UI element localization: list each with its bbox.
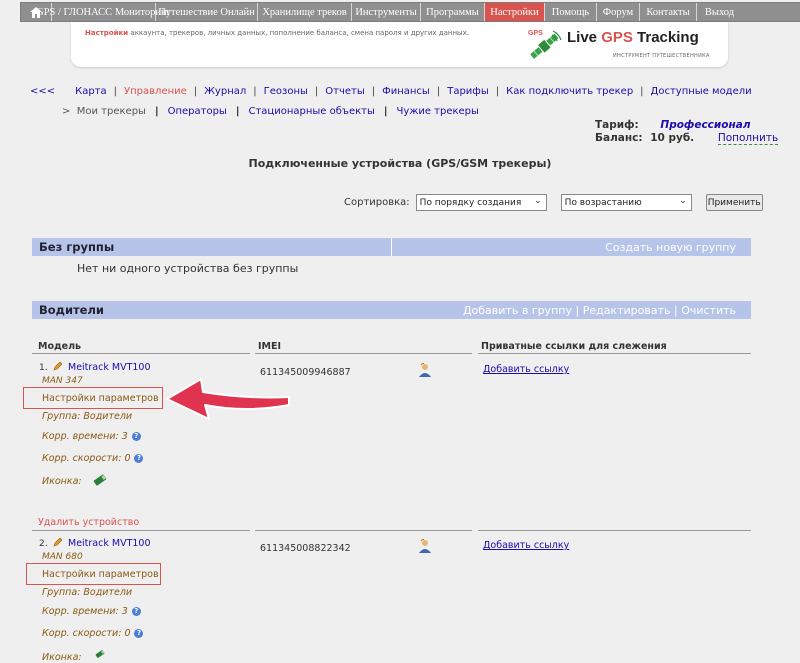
user-assign-icon[interactable] [418, 363, 432, 378]
nav-how-to-connect[interactable]: Как подключить трекер [506, 86, 633, 97]
logo-badge: GPS [528, 30, 543, 37]
column-model: Модель [38, 341, 82, 352]
page-title: Подключенные устройства (GPS/GSM трекеры… [248, 157, 552, 170]
device-time-corr: Корр. времени: 3? [42, 606, 141, 617]
device-plate: MAN 347 [42, 376, 83, 386]
subnav-prefix: > [62, 106, 71, 117]
subnav-foreign-trackers[interactable]: Чужие трекеры [397, 106, 479, 117]
nav-finance[interactable]: Финансы [382, 86, 430, 97]
chevron-down-icon: ⌄ [534, 196, 542, 206]
subnav-stationary[interactable]: Стационарные объекты [248, 106, 374, 117]
add-link-button[interactable]: Добавить ссылку [483, 540, 569, 551]
sort-order-select[interactable]: По порядку создания ⌄ [415, 194, 547, 211]
device-settings-link[interactable]: Настройки параметров [42, 393, 159, 404]
sort-controls: Сортировка: По порядку создания ⌄ По воз… [344, 194, 763, 211]
device-settings-link[interactable]: Настройки параметров [42, 569, 159, 580]
help-icon[interactable]: ? [134, 629, 144, 638]
device-group: Группа: Водители [42, 411, 133, 422]
main-nav: <<< Карта | Управление | Журнал | Геозоны | … [30, 86, 752, 97]
logo-gps: GPS [601, 29, 633, 46]
logo-tracking: Tracking [637, 29, 699, 46]
tagline-text: аккаунта, трекеров, личных данных, попол… [130, 29, 469, 37]
pencil-icon[interactable] [53, 537, 63, 547]
truck-icon[interactable] [92, 473, 108, 487]
device-time-corr: Корр. времени: 3? [42, 431, 141, 442]
empty-group-message: Нет ни одного устройства без группы [77, 262, 299, 275]
sort-direction-value: По возрастанию [564, 197, 642, 208]
device-speed-corr: Корр. скорости: 0? [42, 628, 144, 639]
top-menu: GPS / ГЛОНАСС Мониторинг Путешествие Онл… [20, 2, 800, 22]
logo-subtitle: ИНСТРУМЕНТ ПУТЕШЕСТВЕННИКА [613, 53, 710, 59]
edit-group-link[interactable]: Редактировать [583, 304, 671, 317]
group-bar-no-group: Без группы Создать новую группу [32, 238, 751, 256]
menu-programs[interactable]: Программы [421, 3, 485, 21]
nav-tariffs[interactable]: Тарифы [447, 86, 489, 97]
tariff-label: Тариф: [595, 119, 639, 131]
device-imei: 611345008822342 [260, 543, 351, 554]
delete-device-link[interactable]: Удалить устройство [38, 517, 139, 528]
subnav-my-trackers: Мои трекеры [76, 106, 146, 117]
menu-help[interactable]: Помощь [545, 3, 597, 21]
menu-settings[interactable]: Настройки [485, 3, 545, 21]
nav-management[interactable]: Управление [124, 86, 187, 97]
tariff-value: Профессионал [660, 119, 751, 131]
user-assign-icon[interactable] [418, 539, 432, 554]
satellite-logo-icon: GPS [528, 30, 562, 59]
add-to-group-link[interactable]: Добавить в группу [463, 304, 572, 317]
device-group: Группа: Водители [42, 587, 133, 598]
menu-forum[interactable]: Форум [597, 3, 640, 21]
truck-icon[interactable] [92, 649, 108, 659]
group-name: Водители [39, 303, 104, 317]
balance-value: 10 руб. [650, 132, 695, 144]
nav-geozones[interactable]: Геозоны [264, 86, 308, 97]
tariff-panel: Тариф: Профессионал Баланс: 10 руб. Попо… [595, 119, 779, 145]
menu-travel-online[interactable]: Путешествие Онлайн [156, 3, 258, 21]
device-number: 2. [39, 539, 48, 549]
device-icon-label: Иконка: [42, 652, 82, 663]
subnav-operators[interactable]: Операторы [168, 106, 227, 117]
group-bar-drivers: Водители Добавить в группу | Редактирова… [32, 301, 751, 319]
menu-logout[interactable]: Выход [697, 3, 742, 21]
header-tagline: Настройки аккаунта, трекеров, личных дан… [85, 29, 469, 37]
sort-label: Сортировка: [344, 197, 410, 208]
nav-journal[interactable]: Журнал [204, 86, 246, 97]
column-private-links: Приватные ссылки для слежения [481, 341, 667, 352]
clear-group-link[interactable]: Очистить [681, 304, 736, 317]
add-link-button[interactable]: Добавить ссылку [483, 364, 569, 375]
device-number: 1. [39, 363, 48, 373]
create-group-link[interactable]: Создать новую группу [605, 241, 736, 254]
column-imei: IMEI [258, 341, 282, 352]
pencil-icon[interactable] [53, 361, 63, 371]
device-plate: MAN 680 [42, 552, 83, 562]
menu-contacts[interactable]: Контакты [640, 3, 697, 21]
page-header: Настройки аккаунта, трекеров, личных дан… [71, 22, 728, 67]
device-model-link[interactable]: Meitrack MVT100 [68, 538, 151, 549]
device-speed-corr: Корр. скорости: 0? [42, 453, 144, 464]
chevron-down-icon: ⌄ [679, 196, 687, 206]
arrow-annotation-icon [166, 378, 290, 420]
device-model-link[interactable]: Meitrack MVT100 [68, 362, 151, 373]
menu-track-storage[interactable]: Хранилище треков [258, 3, 352, 21]
balance-label: Баланс: [595, 132, 643, 144]
sub-nav: > Мои трекеры | Операторы | Стационарные… [62, 106, 479, 117]
menu-gps-monitoring[interactable]: GPS / ГЛОНАСС Мониторинг [36, 3, 171, 21]
help-icon[interactable]: ? [134, 454, 144, 463]
menu-tools[interactable]: Инструменты [352, 3, 421, 21]
nav-reports[interactable]: Отчеты [325, 86, 364, 97]
apply-button[interactable]: Применить [705, 194, 763, 211]
sort-direction-select[interactable]: По возрастанию ⌄ [560, 194, 692, 211]
group-name: Без группы [39, 240, 115, 254]
nav-map[interactable]: Карта [75, 86, 107, 97]
topup-link[interactable]: Пополнить [717, 132, 779, 145]
sort-order-value: По порядку создания [419, 197, 522, 208]
help-icon[interactable]: ? [131, 432, 141, 441]
back-link[interactable]: <<< [30, 86, 55, 97]
logo-live: Live [567, 29, 598, 46]
help-icon[interactable]: ? [131, 607, 141, 616]
device-icon-label: Иконка: [42, 476, 82, 487]
nav-available-models[interactable]: Доступные модели [651, 86, 752, 97]
logo-title: Live GPS Tracking [567, 29, 699, 46]
tagline-highlight: Настройки [85, 29, 129, 37]
